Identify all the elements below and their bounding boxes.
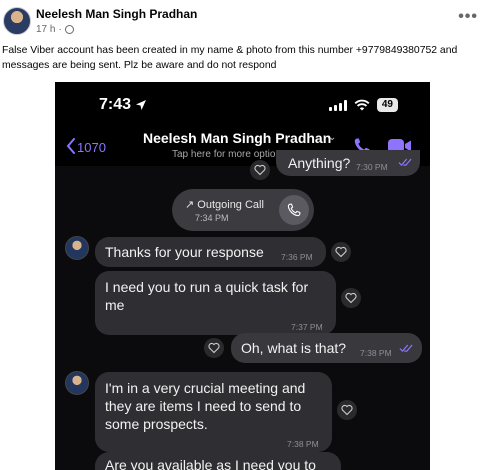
location-arrow-icon [136, 100, 147, 110]
read-tick-icon [398, 158, 412, 167]
message-bubble[interactable]: I'm in a very crucial meeting and they a… [95, 372, 332, 452]
wifi-icon [354, 99, 370, 111]
post-author[interactable]: Neelesh Man Singh Pradhan [36, 7, 197, 21]
phone-screenshot: 7:43 49 1070 Neelesh Man Singh Pradhan ⌄… [55, 82, 430, 470]
message-list[interactable]: Anything? 7:30 PM ↗ Outgoing Call 7:34 P… [55, 150, 430, 470]
message-bubble-outgoing[interactable]: Oh, what is that? 7:38 PM [231, 333, 422, 363]
react-heart-button[interactable] [341, 288, 361, 308]
outgoing-call-event[interactable]: ↗ Outgoing Call 7:34 PM [172, 189, 314, 231]
status-time: 7:43 [99, 96, 147, 114]
post-text: False Viber account has been created in … [2, 45, 458, 71]
call-label: ↗ Outgoing Call [185, 199, 264, 211]
sender-avatar[interactable] [65, 236, 89, 260]
react-heart-button[interactable] [337, 400, 357, 420]
post-header: Neelesh Man Singh Pradhan 17 h · ••• Fal… [0, 0, 498, 82]
contact-subtitle[interactable]: Tap here for more options [172, 149, 286, 160]
chevron-left-icon[interactable] [66, 138, 76, 154]
message-bubble[interactable]: I need you to run a quick task for me 7:… [95, 271, 336, 335]
post-meta: 17 h · [36, 24, 74, 35]
message-bubble[interactable]: Thanks for your response 7:36 PM [95, 237, 326, 267]
call-back-button[interactable] [279, 195, 309, 225]
heart-outline-icon [345, 292, 357, 304]
call-time: 7:34 PM [195, 213, 229, 223]
battery-indicator: 49 [376, 98, 398, 112]
heart-outline-icon [335, 246, 347, 258]
chevron-down-icon[interactable]: ⌄ [328, 132, 336, 143]
status-bar: 7:43 49 [55, 82, 430, 122]
message-bubble-cut[interactable]: Anything? 7:30 PM [276, 150, 420, 176]
heart-outline-icon [208, 342, 220, 354]
cellular-signal-icon [328, 99, 347, 111]
read-tick-icon [399, 344, 413, 353]
status-indicators: 49 [328, 98, 398, 112]
react-heart-button[interactable] [250, 160, 270, 180]
contact-name[interactable]: Neelesh Man Singh Pradhan [143, 130, 331, 146]
react-heart-button[interactable] [331, 242, 351, 262]
globe-icon [64, 25, 74, 34]
phone-icon [287, 203, 301, 217]
heart-outline-icon [254, 164, 266, 176]
sender-avatar[interactable] [65, 371, 89, 395]
post-image[interactable]: 7:43 49 1070 Neelesh Man Singh Pradhan ⌄… [0, 82, 498, 470]
heart-outline-icon [341, 404, 353, 416]
message-bubble[interactable]: Are you available as I need you to [95, 452, 341, 470]
more-horizontal-icon[interactable]: ••• [458, 8, 478, 26]
react-heart-button[interactable] [204, 338, 224, 358]
author-avatar[interactable] [3, 7, 31, 35]
back-button-count[interactable]: 1070 [77, 140, 106, 155]
post-time[interactable]: 17 h [36, 24, 55, 35]
